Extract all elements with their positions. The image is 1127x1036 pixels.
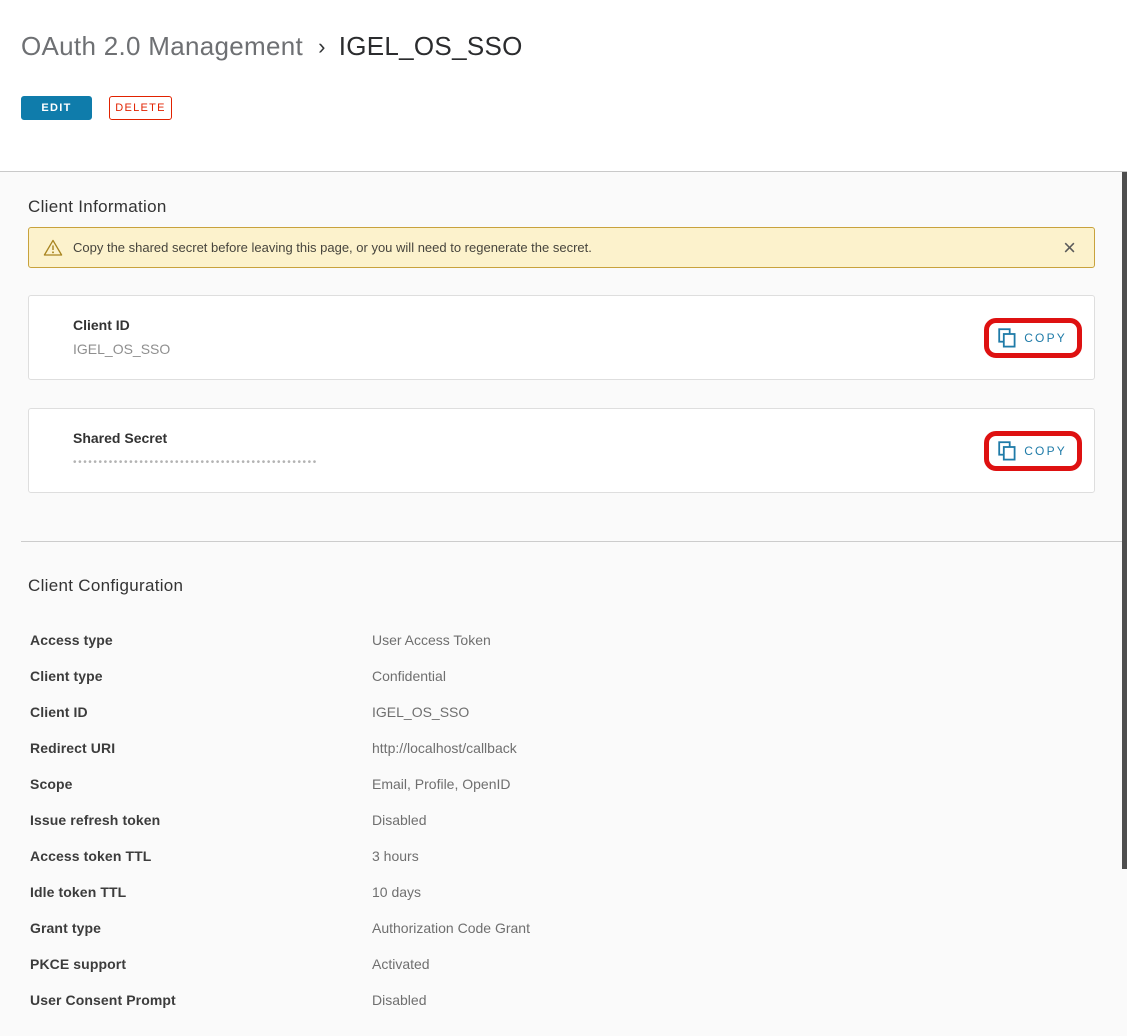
config-value: IGEL_OS_SSO [372,704,469,720]
warning-triangle-icon [43,238,63,257]
config-value: http://localhost/callback [372,740,517,756]
config-row-access-type: Access type User Access Token [30,622,1127,658]
copy-icon [998,328,1016,348]
edit-button[interactable]: EDIT [21,96,92,120]
action-buttons: EDIT DELETE [21,96,1127,120]
copy-highlight-annotation: COPY [984,431,1082,471]
config-label: PKCE support [30,956,372,972]
config-label: Access type [30,632,372,648]
copy-button-label: COPY [1024,331,1067,345]
config-value: Disabled [372,992,426,1008]
client-id-value: IGEL_OS_SSO [73,341,1094,358]
config-label: Issue refresh token [30,812,372,828]
copy-highlight-annotation: COPY [984,318,1082,358]
breadcrumb-chevron-icon: › [318,34,326,59]
config-value: Disabled [372,812,426,828]
page-header: OAuth 2.0 Management › IGEL_OS_SSO EDIT DE… [0,28,1127,171]
config-value: 10 days [372,884,421,900]
copy-icon [998,441,1016,461]
config-row-client-id: Client ID IGEL_OS_SSO [30,694,1127,730]
config-row-user-consent-prompt: User Consent Prompt Disabled [30,982,1127,1018]
config-row-client-type: Client type Confidential [30,658,1127,694]
content-area: Client Information Copy the shared secre… [0,171,1127,1036]
shared-secret-label: Shared Secret [73,430,1094,447]
client-configuration-list: Access type User Access Token Client typ… [30,622,1127,1018]
config-value: Activated [372,956,430,972]
close-icon[interactable]: × [1057,237,1082,259]
config-row-access-token-ttl: Access token TTL 3 hours [30,838,1127,874]
client-id-label: Client ID [73,317,1094,334]
page-title: IGEL_OS_SSO [339,31,523,61]
config-row-pkce-support: PKCE support Activated [30,946,1127,982]
config-row-redirect-uri: Redirect URI http://localhost/callback [30,730,1127,766]
config-value: 3 hours [372,848,419,864]
breadcrumb: OAuth 2.0 Management › IGEL_OS_SSO [21,28,1127,65]
config-label: Grant type [30,920,372,936]
copy-shared-secret-button[interactable]: COPY [989,436,1077,466]
masked-secret-value: ••••••••••••••••••••••••••••••••••••••••… [73,454,1094,471]
shared-secret-card: Shared Secret ••••••••••••••••••••••••••… [28,408,1095,493]
client-configuration-heading: Client Configuration [28,576,1127,596]
config-label: Client type [30,668,372,684]
config-label: Redirect URI [30,740,372,756]
config-value: Confidential [372,668,446,684]
scrollbar-thumb[interactable] [1122,172,1127,869]
config-label: Scope [30,776,372,792]
config-label: User Consent Prompt [30,992,372,1008]
delete-button[interactable]: DELETE [109,96,172,120]
config-value: Email, Profile, OpenID [372,776,511,792]
config-row-grant-type: Grant type Authorization Code Grant [30,910,1127,946]
warning-text: Copy the shared secret before leaving th… [73,240,592,255]
config-label: Idle token TTL [30,884,372,900]
copy-client-id-button[interactable]: COPY [989,323,1077,353]
section-divider [21,541,1127,542]
config-value: Authorization Code Grant [372,920,530,936]
config-row-idle-token-ttl: Idle token TTL 10 days [30,874,1127,910]
config-label: Client ID [30,704,372,720]
client-id-card: Client ID IGEL_OS_SSO COPY [28,295,1095,380]
warning-banner: Copy the shared secret before leaving th… [28,227,1095,268]
breadcrumb-parent-link[interactable]: OAuth 2.0 Management [21,31,303,61]
config-value: User Access Token [372,632,491,648]
config-row-issue-refresh-token: Issue refresh token Disabled [30,802,1127,838]
config-label: Access token TTL [30,848,372,864]
copy-button-label: COPY [1024,444,1067,458]
config-row-scope: Scope Email, Profile, OpenID [30,766,1127,802]
client-information-heading: Client Information [28,197,1127,217]
